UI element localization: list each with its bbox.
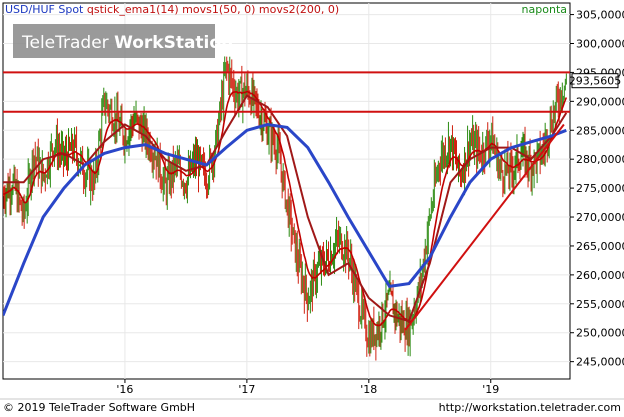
price-chart[interactable]: 245,0000 250,0000 255,0000 260,0000 265,0000… (0, 0, 624, 417)
footer-url[interactable]: http://workstation.teletrader.com (439, 401, 621, 414)
x-tick-label: '17 (238, 383, 255, 396)
y-tick-label: 275,0000 (576, 182, 624, 195)
x-tick-label: '19 (482, 383, 499, 396)
header-instrument: USD/HUF Spot qstick_ema1(14) movs1(50, 0… (5, 3, 339, 16)
y-tick-label: 245,0000 (576, 356, 624, 369)
y-axis: 245,0000 250,0000 255,0000 260,0000 265,0000… (570, 9, 624, 369)
y-tick-label: 300,0000 (576, 37, 624, 50)
x-tick-label: '16 (116, 383, 133, 396)
x-axis: '16 '17 '18 '19 (116, 379, 499, 396)
x-tick-label: '18 (360, 383, 377, 396)
footer-copyright: © 2019 TeleTrader Software GmbH (3, 401, 195, 414)
y-tick-label: 270,0000 (576, 211, 624, 224)
y-tick-label: 305,0000 (576, 9, 624, 22)
plot-area (2, 2, 571, 380)
chart-window: 245,0000 250,0000 255,0000 260,0000 265,0000… (0, 0, 624, 417)
y-tick-label: 285,0000 (576, 124, 624, 137)
last-price-value: 293,5605 (569, 75, 622, 88)
y-tick-label: 250,0000 (576, 327, 624, 340)
y-tick-label: 280,0000 (576, 153, 624, 166)
logo-text: TeleTrader WorkStation (21, 33, 233, 53)
y-tick-label: 255,0000 (576, 298, 624, 311)
last-price-badge: 293,5605 (569, 73, 622, 89)
header-timeframe: naponta (522, 3, 567, 16)
y-tick-label: 260,0000 (576, 269, 624, 282)
y-tick-label: 265,0000 (576, 240, 624, 253)
y-tick-label: 290,0000 (576, 95, 624, 108)
